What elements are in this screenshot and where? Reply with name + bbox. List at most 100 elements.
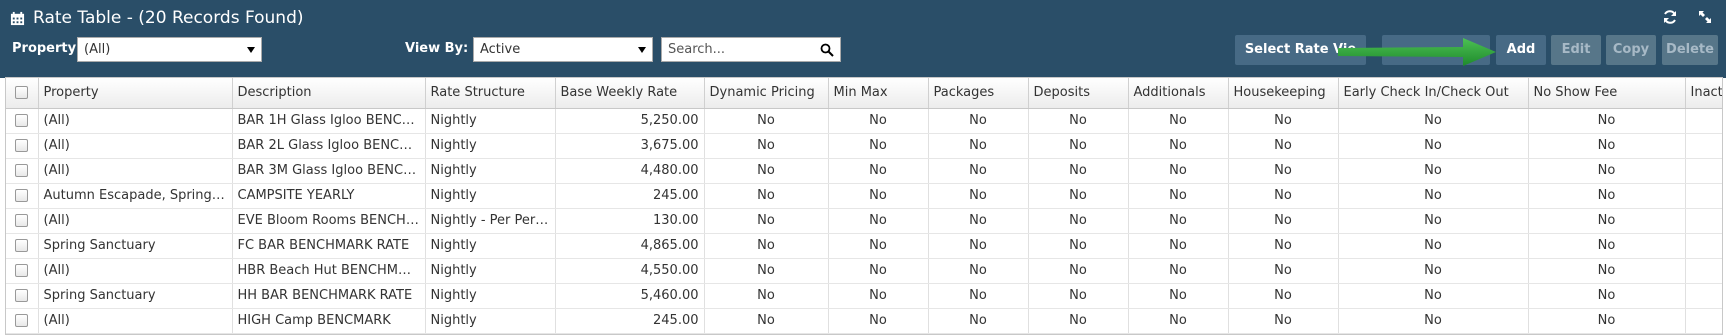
property-label: Property: xyxy=(12,41,82,56)
delete-button[interactable]: Delete xyxy=(1662,35,1718,65)
table-cell: No xyxy=(1528,308,1686,334)
table-cell: No xyxy=(1028,208,1129,234)
table-cell: Spring Sanctuary xyxy=(38,283,233,309)
column-header-housekeeping[interactable]: Housekeeping xyxy=(1228,78,1339,109)
select-all-checkbox[interactable] xyxy=(15,86,29,100)
column-header-description[interactable]: Description xyxy=(232,78,426,109)
row-checkbox[interactable] xyxy=(15,314,29,327)
table-cell: HH BAR BENCHMARK RATE xyxy=(232,283,426,309)
table-row[interactable]: (All)BAR 2L Glass Igloo BENCHMARKNightly… xyxy=(6,133,1722,159)
row-checkbox[interactable] xyxy=(15,239,29,252)
table-cell: No xyxy=(928,283,1029,309)
table-cell: No xyxy=(1228,283,1339,309)
table-cell: (All) xyxy=(38,108,233,134)
table-cell: Nightly xyxy=(425,108,556,134)
table-row[interactable]: Spring Sanctuary HH BAR BENCHMARK RATE Nig… xyxy=(6,283,1722,309)
table-cell: No xyxy=(928,133,1029,159)
table-cell: No xyxy=(1338,208,1529,234)
table-cell: No xyxy=(1685,133,1722,159)
row-checkbox[interactable] xyxy=(15,289,29,302)
table-cell: No xyxy=(1528,283,1686,309)
column-header-additionals[interactable]: Additionals xyxy=(1128,78,1229,109)
table-cell: Spring Sanctuary xyxy=(38,233,233,259)
table-row[interactable]: (All) EVE Bloom Rooms BENCHMARK Nightly - … xyxy=(6,208,1722,234)
table-cell: No xyxy=(1028,283,1129,309)
row-checkbox[interactable] xyxy=(15,139,29,152)
table-cell: No xyxy=(828,208,929,234)
table-cell: (All) xyxy=(38,158,233,184)
table-cell: No xyxy=(704,108,829,134)
table-cell: No xyxy=(1685,108,1722,134)
table-cell: No xyxy=(1128,133,1229,159)
table-cell: No xyxy=(1128,283,1229,309)
row-checkbox[interactable] xyxy=(15,214,29,227)
table-cell: No xyxy=(1528,183,1686,209)
search-icon[interactable] xyxy=(820,43,834,57)
property-select[interactable]: (All) xyxy=(77,37,262,62)
table-row[interactable]: Spring Sanctuary FC BAR BENCHMARK RATE Nig… xyxy=(6,233,1722,259)
edit-button[interactable]: Edit xyxy=(1551,35,1601,65)
table-cell: No xyxy=(1228,308,1339,334)
search-placeholder: Search... xyxy=(668,42,726,57)
refresh-icon[interactable] xyxy=(1662,9,1678,25)
table-cell: No xyxy=(1338,258,1529,284)
table-cell: No xyxy=(1228,183,1339,209)
column-header-packages[interactable]: Packages xyxy=(928,78,1029,109)
column-header-base-weekly-rate[interactable]: Base Weekly Rate xyxy=(555,78,705,109)
table-cell: No xyxy=(1528,233,1686,259)
search-input[interactable]: Search... xyxy=(661,37,841,62)
rate-table: Property Description Rate Structure Base… xyxy=(5,77,1723,335)
table-cell: No xyxy=(704,183,829,209)
column-header-no-show-fee[interactable]: No Show Fee xyxy=(1528,78,1686,109)
table-row[interactable]: (All)BAR 3M Glass Igloo BENCHMARKNightly… xyxy=(6,158,1722,184)
table-cell: No xyxy=(1338,108,1529,134)
table-cell: 4,480.00 xyxy=(555,158,705,184)
column-header-property[interactable]: Property xyxy=(38,78,233,109)
row-checkbox-cell xyxy=(6,208,39,234)
page-header: Rate Table - (20 Records Found) Property… xyxy=(0,0,1726,78)
table-row[interactable]: (All) HBR Beach Hut BENCHMARK Nightly 4,550… xyxy=(6,258,1722,284)
table-cell: No xyxy=(704,233,829,259)
add-button[interactable]: Add xyxy=(1496,35,1546,65)
table-cell: BAR 1H Glass Igloo BENCHMARK xyxy=(232,108,426,134)
table-cell: BAR 3M Glass Igloo BENCHMARK xyxy=(232,158,426,184)
table-cell: No xyxy=(1338,133,1529,159)
row-checkbox-cell xyxy=(6,308,39,334)
row-checkbox[interactable] xyxy=(15,164,29,177)
column-header-dynamic-pricing[interactable]: Dynamic Pricing xyxy=(704,78,829,109)
table-cell: (All) xyxy=(38,133,233,159)
column-header-early-check-in[interactable]: Early Check In/Check Out xyxy=(1338,78,1529,109)
table-cell: No xyxy=(1028,133,1129,159)
column-header-inactive[interactable]: Inactive xyxy=(1685,78,1722,109)
expand-icon[interactable] xyxy=(1697,9,1713,25)
table-cell: No xyxy=(828,108,929,134)
calendar-icon xyxy=(10,11,25,25)
column-header-deposits[interactable]: Deposits xyxy=(1028,78,1129,109)
table-row[interactable]: (All)BAR 1H Glass Igloo BENCHMARKNightly… xyxy=(6,108,1722,134)
table-cell: No xyxy=(928,183,1029,209)
table-cell: No xyxy=(928,308,1029,334)
table-cell: 3,675.00 xyxy=(555,133,705,159)
table-cell: No xyxy=(1338,283,1529,309)
table-cell: No xyxy=(1228,158,1339,184)
table-cell: FC BAR BENCHMARK RATE xyxy=(232,233,426,259)
table-cell: No xyxy=(704,283,829,309)
table-cell: 4,865.00 xyxy=(555,233,705,259)
table-cell: No xyxy=(1528,108,1686,134)
column-header-rate-structure[interactable]: Rate Structure xyxy=(425,78,556,109)
row-checkbox[interactable] xyxy=(15,189,29,202)
table-cell: No xyxy=(928,208,1029,234)
row-checkbox[interactable] xyxy=(15,114,29,127)
table-row[interactable]: (All) HIGH Camp BENCMARK Nightly 245.00 No No… xyxy=(6,308,1722,334)
viewby-label: View By: xyxy=(405,41,469,56)
table-cell: Nightly - Per Person xyxy=(425,208,556,234)
table-row[interactable]: Autumn Escapade, Spring SanctuaryCAMPSIT… xyxy=(6,183,1722,209)
viewby-select[interactable]: Active xyxy=(473,37,653,62)
copy-button[interactable]: Copy xyxy=(1606,35,1656,65)
table-cell: No xyxy=(704,133,829,159)
table-header-row: Property Description Rate Structure Base… xyxy=(6,78,1722,109)
table-cell: No xyxy=(828,233,929,259)
table-cell: 245.00 xyxy=(555,308,705,334)
column-header-min-max[interactable]: Min Max xyxy=(828,78,929,109)
row-checkbox[interactable] xyxy=(15,264,29,277)
